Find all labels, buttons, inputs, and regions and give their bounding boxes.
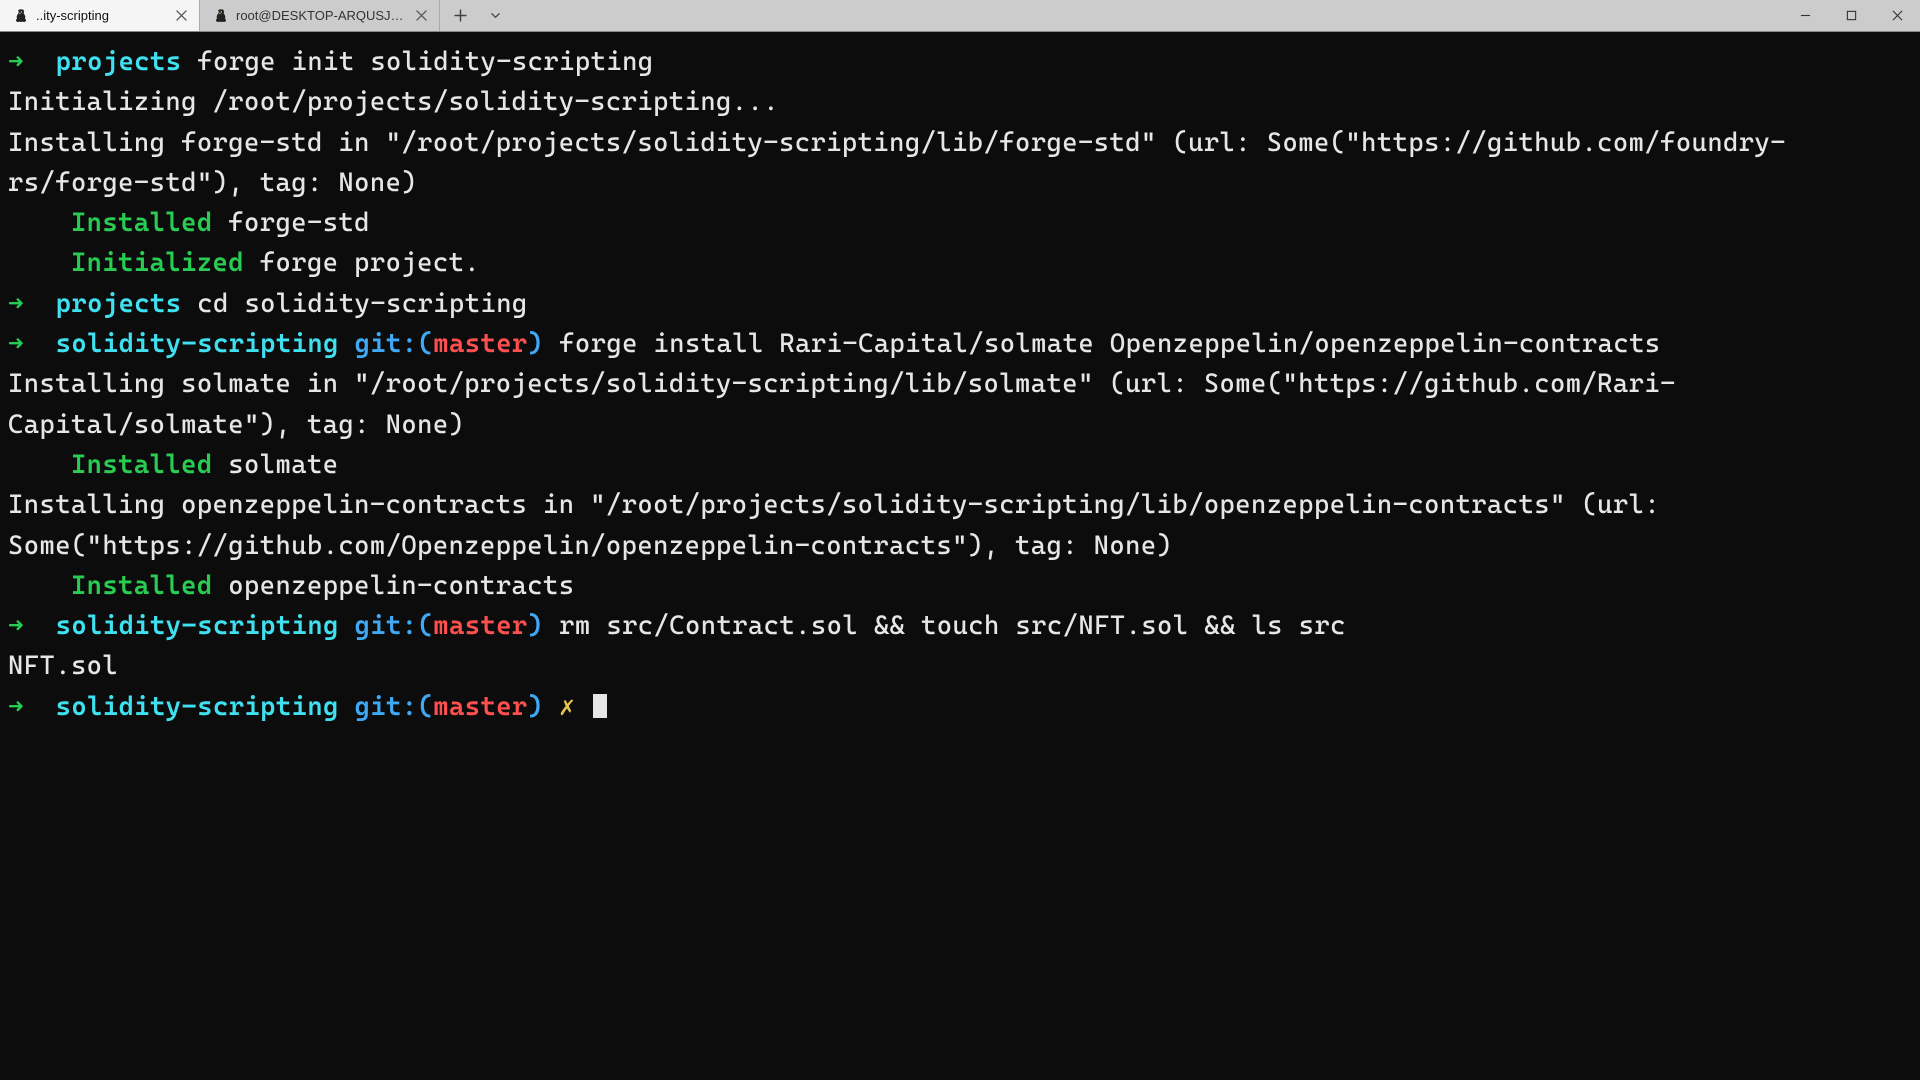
tab-1[interactable]: ..ity-scripting [0,0,200,31]
terminal-segment: NFT.sol [8,651,118,681]
tab-bar: ..ity-scripting root@DESKTOP-ARQUSJA: ~/… [0,0,1920,32]
terminal-segment: solidity-scripting [56,329,339,359]
tab-1-close-icon[interactable] [173,8,189,24]
terminal-line: ➜ solidity-scripting git:(master) ✗ [8,687,1912,727]
terminal-line: Initialized forge project. [8,243,1912,283]
cursor [593,694,607,718]
terminal-segment: Installed [71,450,213,480]
terminal-segment [575,692,591,722]
terminal-segment: ➜ [8,329,56,359]
terminal-segment: Initializing /root/projects/solidity-scr… [8,87,779,117]
terminal-segment: ) [528,611,544,641]
terminal-segment [339,329,355,359]
terminal-segment: forge project. [244,248,480,278]
terminal-segment: forge install Rari-Capital/solmate Openz… [543,329,1660,359]
tab-2-title: root@DESKTOP-ARQUSJA: ~/p [236,8,405,23]
terminal-segment: master [433,611,527,641]
terminal-line: ➜ solidity-scripting git:(master) forge … [8,324,1912,364]
terminal-segment: Installed [71,208,213,238]
terminal-segment: forge-std [213,208,370,238]
maximize-button[interactable] [1828,0,1874,31]
new-tab-button[interactable] [440,0,480,31]
terminal-segment: Installing solmate in "/root/projects/so… [8,369,1676,439]
terminal-segment: master [433,329,527,359]
terminal-line: ➜ solidity-scripting git:(master) rm src… [8,606,1912,646]
terminal-segment [339,692,355,722]
terminal-segment: cd solidity-scripting [182,289,528,319]
terminal-segment: projects [56,47,182,77]
terminal-segment [8,208,71,238]
terminal-line: Installed openzeppelin-contracts [8,566,1912,606]
terminal-segment: Installed [71,571,213,601]
terminal-line: NFT.sol [8,646,1912,686]
terminal-segment: rm src/Contract.sol && touch src/NFT.sol… [543,611,1345,641]
minimize-button[interactable] [1782,0,1828,31]
terminal-segment: solidity-scripting [56,692,339,722]
terminal-segment: solmate [213,450,339,480]
close-window-button[interactable] [1874,0,1920,31]
terminal-line: Installing openzeppelin-contracts in "/r… [8,485,1912,566]
terminal-segment [339,611,355,641]
terminal-segment: ➜ [8,289,56,319]
terminal-segment [543,692,559,722]
terminal-segment: Initialized [71,248,244,278]
terminal-segment: ➜ [8,47,56,77]
terminal-segment: ✗ [559,692,575,722]
tab-2-close-icon[interactable] [413,8,429,24]
terminal-line: Installing forge-std in "/root/projects/… [8,123,1912,204]
terminal-line: Initializing /root/projects/solidity-scr… [8,82,1912,122]
terminal-segment [8,248,71,278]
terminal-line: Installing solmate in "/root/projects/so… [8,364,1912,445]
terminal-output[interactable]: ➜ projects forge init solidity-scripting… [0,32,1920,1080]
terminal-segment: git:( [355,692,434,722]
terminal-segment: forge init solidity-scripting [182,47,654,77]
linux-icon [212,8,228,24]
terminal-segment: solidity-scripting [56,611,339,641]
terminal-line: ➜ projects cd solidity-scripting [8,284,1912,324]
terminal-line: Installed solmate [8,445,1912,485]
terminal-segment: ) [528,329,544,359]
terminal-segment: git:( [355,329,434,359]
terminal-segment: ) [528,692,544,722]
tab-1-title: ..ity-scripting [36,8,165,23]
terminal-segment: projects [56,289,182,319]
terminal-segment: ➜ [8,611,56,641]
window-controls [1782,0,1920,31]
terminal-line: ➜ projects forge init solidity-scripting [8,42,1912,82]
terminal-line: Installed forge-std [8,203,1912,243]
terminal-segment: Installing openzeppelin-contracts in "/r… [8,490,1676,560]
terminal-segment: master [433,692,527,722]
terminal-segment: openzeppelin-contracts [213,571,575,601]
terminal-segment: ➜ [8,692,56,722]
tab-2[interactable]: root@DESKTOP-ARQUSJA: ~/p [200,0,440,31]
tab-dropdown-button[interactable] [480,0,510,31]
terminal-segment: Installing forge-std in "/root/projects/… [8,128,1786,198]
terminal-segment [8,571,71,601]
linux-icon [12,8,28,24]
terminal-segment: git:( [355,611,434,641]
terminal-segment [8,450,71,480]
